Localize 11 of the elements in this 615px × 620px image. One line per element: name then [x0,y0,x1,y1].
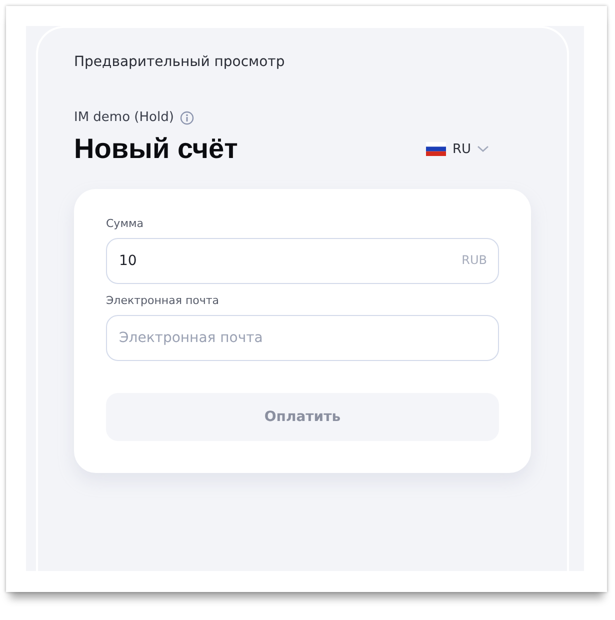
invoice-heading: Новый счёт [74,133,238,165]
flag-icon [426,142,446,156]
currency-suffix: RUB [462,253,487,267]
chevron-down-icon [477,145,489,153]
field-label: Электронная почта [106,294,220,307]
info-icon[interactable] [180,110,194,124]
merchant-name: IM demo (Hold) [74,110,174,125]
input-field[interactable]: Электронная почта [106,315,499,361]
language-selector[interactable]: RU [426,142,489,156]
field-label: Сумма [106,217,145,230]
preview-title: Предварительный просмотр [74,54,286,70]
